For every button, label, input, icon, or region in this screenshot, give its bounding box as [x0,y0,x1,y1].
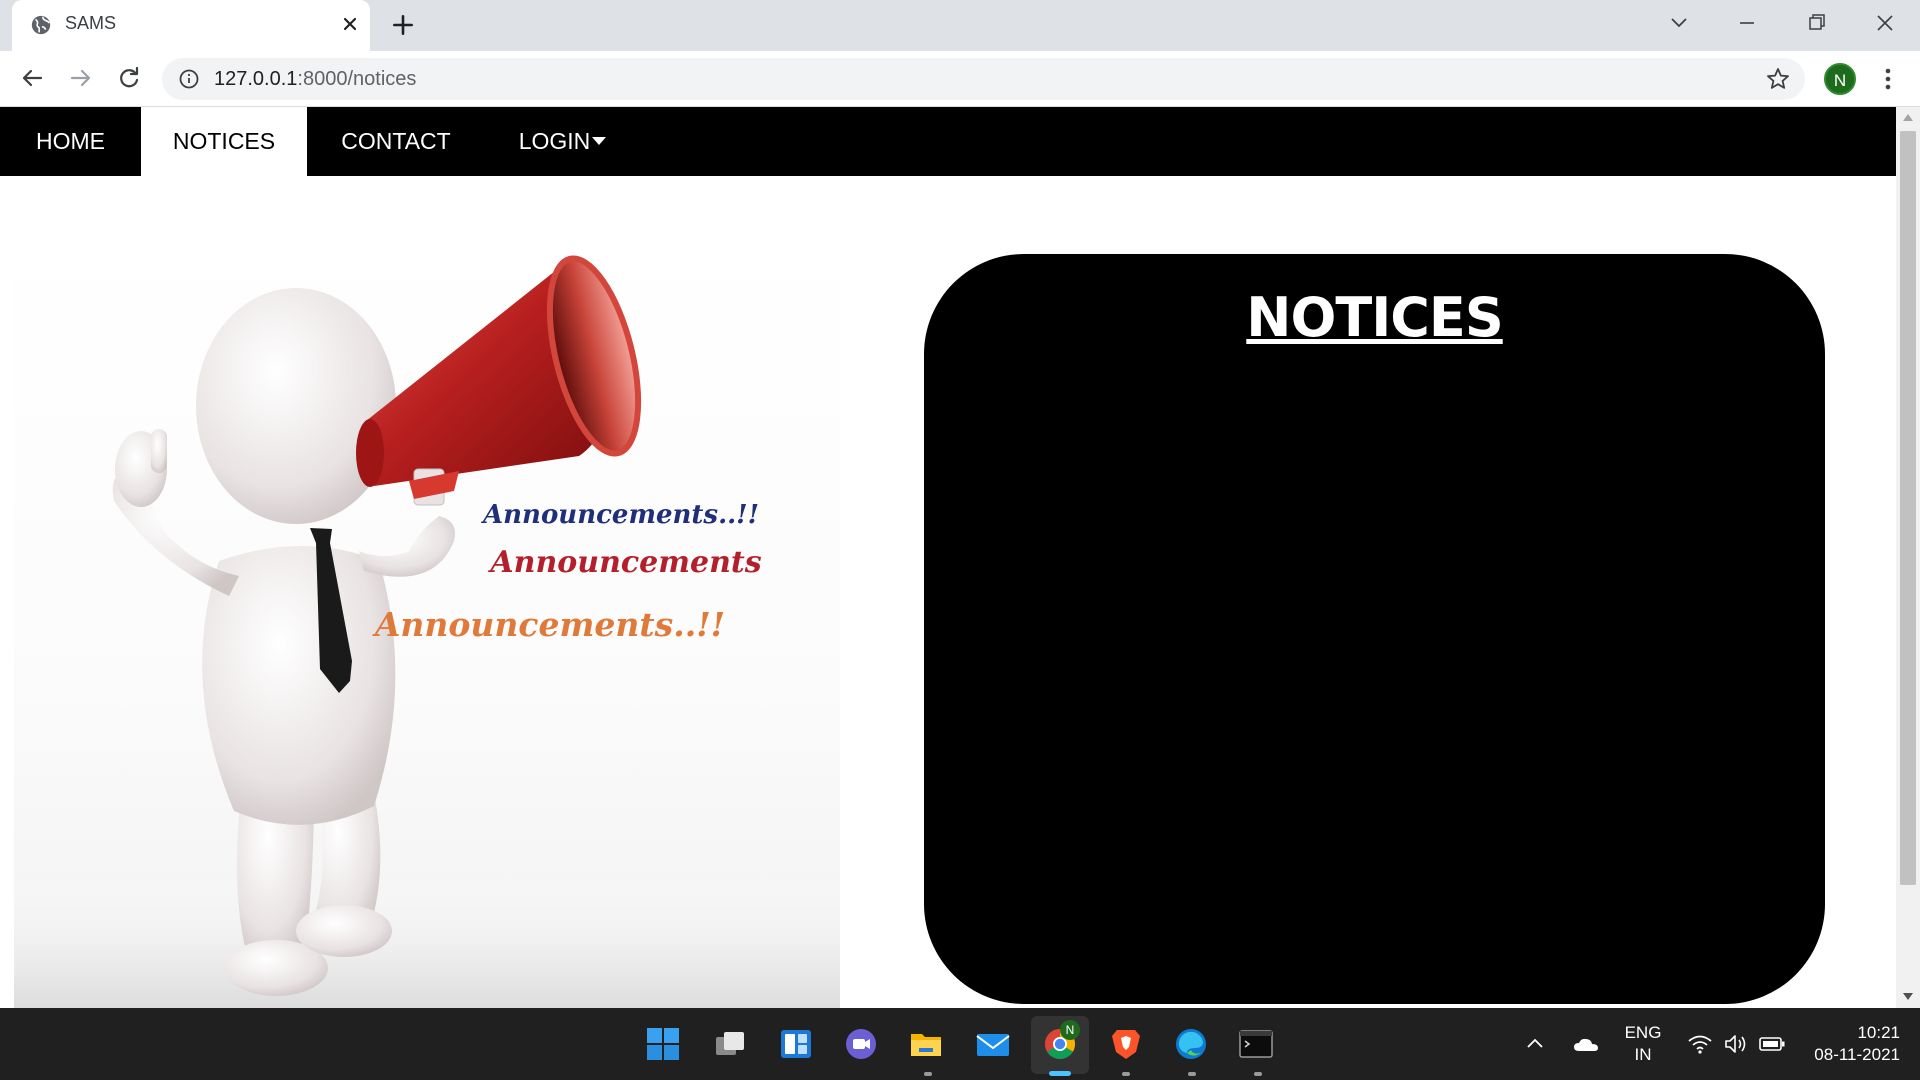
site-navbar: HOME NOTICES CONTACT LOGIN [0,107,1896,176]
scrollbar-thumb[interactable] [1900,131,1916,885]
running-indicator [1188,1072,1196,1076]
terminal-icon[interactable] [1238,1026,1274,1062]
browser-toolbar: 127.0.0.1:8000/notices N [0,51,1920,107]
scroll-up-arrow-icon[interactable] [1903,113,1913,121]
chevron-up-icon[interactable] [1523,1032,1547,1056]
scroll-down-arrow-icon[interactable] [1903,993,1913,1001]
nav-contact[interactable]: CONTACT [307,107,485,176]
star-icon[interactable] [1765,66,1791,92]
restore-icon[interactable] [1799,8,1833,38]
input-language[interactable]: ENG IN [1617,1022,1669,1066]
tab-title: SAMS [65,13,117,33]
globe-icon [31,15,51,35]
announcement-illustration: Announcements..!! Announcements Announce… [14,231,840,1008]
forward-icon[interactable] [66,63,96,93]
page-scrollbar[interactable] [1896,107,1920,1008]
browser-tab[interactable]: SAMS [12,0,370,51]
nav-notices[interactable]: NOTICES [141,107,307,176]
url-host: 127.0.0.1 [214,68,298,90]
profile-avatar[interactable]: N [1824,63,1856,95]
language-region: IN [1634,1045,1652,1064]
windows-taskbar: N ENG IN 10:21 08-11-2021 [0,1008,1920,1080]
running-indicator [924,1072,932,1076]
megaphone-figure-image: Announcements..!! Announcements Announce… [14,255,840,1008]
file-explorer-icon[interactable] [908,1026,944,1062]
page-viewport: HOME NOTICES CONTACT LOGIN Announcements… [0,107,1896,1008]
active-indicator [1049,1071,1071,1076]
reload-icon[interactable] [114,63,144,93]
volume-icon[interactable] [1723,1032,1749,1056]
wifi-icon[interactable] [1687,1032,1713,1056]
announcement-line-1: Announcements..!! [480,500,759,530]
widgets-icon[interactable] [778,1026,814,1062]
task-view-icon[interactable] [712,1026,748,1062]
clock-time: 10:21 [1857,1023,1900,1042]
back-icon[interactable] [17,63,47,93]
announcement-line-3: Announcements..!! [372,605,725,644]
onedrive-cloud-icon[interactable] [1572,1032,1600,1056]
brave-icon[interactable] [1108,1026,1144,1062]
close-icon[interactable] [338,12,362,36]
more-vert-icon[interactable] [1876,65,1900,93]
chevron-down-icon[interactable] [1662,8,1696,38]
language-code: ENG [1624,1023,1662,1042]
running-indicator [1254,1072,1262,1076]
nav-login-dropdown[interactable]: LOGIN [485,107,640,176]
running-indicator [1122,1072,1130,1076]
plus-icon[interactable] [390,12,416,38]
clock[interactable]: 10:21 08-11-2021 [1800,1022,1900,1066]
nav-login-label: LOGIN [518,128,591,154]
notices-panel: NOTICES [924,254,1825,1004]
url-text: 127.0.0.1:8000/notices [214,68,416,91]
info-icon[interactable] [178,68,200,90]
windows-start-icon[interactable] [645,1026,681,1062]
teams-chat-icon[interactable] [843,1026,879,1062]
clock-date: 08-11-2021 [1814,1045,1900,1064]
nav-home[interactable]: HOME [0,107,141,176]
announcement-line-2: Announcements [487,545,761,580]
address-bar[interactable]: 127.0.0.1:8000/notices [162,58,1805,100]
edge-icon[interactable] [1173,1026,1209,1062]
caret-down-icon [592,136,607,145]
battery-icon[interactable] [1758,1032,1786,1056]
chrome-profile-badge: N [1060,1020,1080,1040]
url-path: :8000/notices [297,68,417,90]
close-window-icon[interactable] [1868,8,1902,38]
browser-tab-strip: SAMS [0,0,1920,51]
mail-icon[interactable] [975,1026,1011,1062]
notices-heading: NOTICES [1246,286,1503,349]
minimize-icon[interactable] [1730,8,1764,38]
